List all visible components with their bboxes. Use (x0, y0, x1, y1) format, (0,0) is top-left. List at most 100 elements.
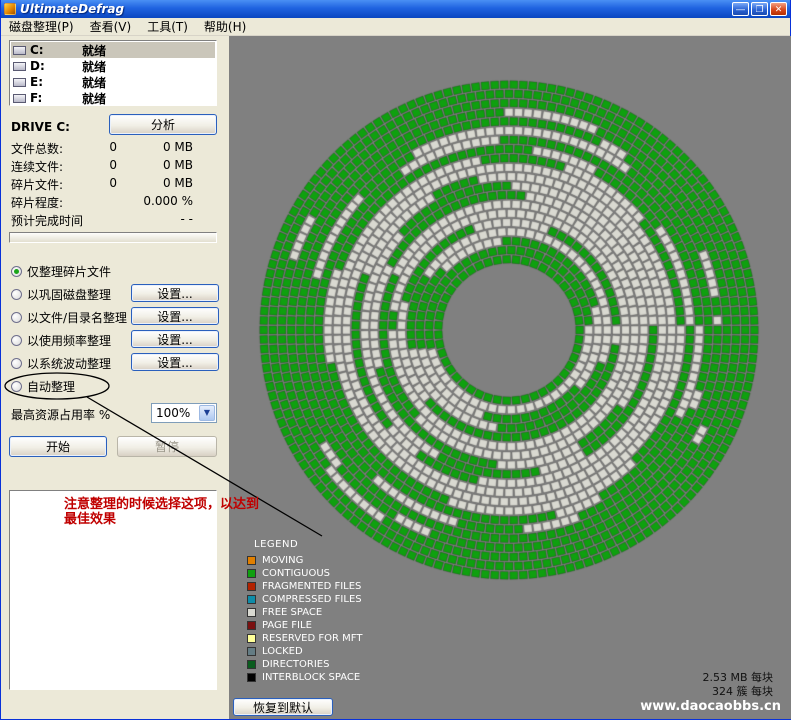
drive-icon (13, 46, 26, 55)
control-panel: C: 就绪 D: 就绪 E: 就绪 F: 就绪 DRIVE C: 分析 文件总数… (9, 40, 219, 712)
legend-label: MOVING (262, 555, 303, 566)
stat-size: - - (119, 212, 193, 226)
block-size-text: 2.53 MB 每块 (702, 671, 773, 685)
radio-by-volatility[interactable]: 以系统波动整理 设置... (11, 354, 217, 372)
drive-letter: D: (30, 59, 82, 73)
radio-icon (11, 312, 22, 323)
radio-auto-defrag[interactable]: 自动整理 (11, 377, 217, 395)
stat-size: 0 MB (119, 140, 193, 154)
drive-row-d[interactable]: D: 就绪 (11, 58, 215, 74)
radio-icon (11, 335, 22, 346)
stat-size: 0 MB (119, 176, 193, 190)
drive-status: 就绪 (82, 58, 106, 75)
drive-letter: E: (30, 75, 82, 89)
stat-fragmented-files: 碎片文件: 0 0 MB (11, 176, 215, 192)
legend-label: LOCKED (262, 646, 303, 657)
log-panel (9, 490, 217, 690)
legend-label: CONTIGUOUS (262, 568, 330, 579)
radio-by-usage-frequency[interactable]: 以使用频率整理 设置... (11, 331, 217, 349)
radio-consolidate[interactable]: 以巩固磁盘整理 设置... (11, 285, 217, 303)
mft-swatch-icon (247, 634, 256, 643)
directories-swatch-icon (247, 660, 256, 669)
menu-tools[interactable]: 工具(T) (139, 17, 196, 36)
stat-label: 碎片文件: (11, 176, 63, 193)
drive-row-c[interactable]: C: 就绪 (11, 42, 215, 58)
stat-count: 0 (73, 158, 117, 172)
legend: LEGEND MOVING CONTIGUOUS FRAGMENTED FILE… (247, 539, 362, 684)
watermark: www.daocaobbs.cn (640, 699, 781, 714)
settings-button-volatility[interactable]: 设置... (131, 353, 219, 371)
stat-size: 0 MB (119, 158, 193, 172)
drive-status: 就绪 (82, 90, 106, 107)
contiguous-swatch-icon (247, 569, 256, 578)
stat-label: 预计完成时间 (11, 212, 83, 229)
stat-fragmentation-level: 碎片程度: 0.000 % (11, 194, 215, 210)
window-title: UltimateDefrag (20, 2, 732, 16)
settings-button-frequency[interactable]: 设置... (131, 330, 219, 348)
interblock-swatch-icon (247, 673, 256, 682)
start-button[interactable]: 开始 (9, 436, 107, 457)
radio-label: 以巩固磁盘整理 (27, 286, 111, 303)
legend-item-mft: RESERVED FOR MFT (247, 632, 362, 645)
menu-disk-defrag[interactable]: 磁盘整理(P) (1, 17, 82, 36)
minimize-button[interactable]: — (732, 2, 749, 16)
analyze-button[interactable]: 分析 (109, 114, 217, 135)
legend-label: PAGE FILE (262, 620, 312, 631)
moving-swatch-icon (247, 556, 256, 565)
legend-label: DIRECTORIES (262, 659, 329, 670)
settings-button-filename[interactable]: 设置... (131, 307, 219, 325)
drive-icon (13, 94, 26, 103)
radio-icon (11, 289, 22, 300)
legend-title: LEGEND (254, 539, 362, 550)
menu-help[interactable]: 帮助(H) (196, 17, 254, 36)
legend-item-interblock: INTERBLOCK SPACE (247, 671, 362, 684)
radio-label: 以系统波动整理 (27, 355, 111, 372)
radio-label: 自动整理 (27, 378, 75, 395)
radio-label: 以文件/目录名整理 (27, 309, 127, 326)
block-info: 2.53 MB 每块 324 簇 每块 (702, 671, 773, 699)
drive-row-e[interactable]: E: 就绪 (11, 74, 215, 90)
resource-usage-label: 最高资源占用率 % (11, 408, 110, 422)
radio-icon (11, 358, 22, 369)
window-controls: — ❐ ✕ (732, 2, 787, 16)
radio-icon (11, 266, 22, 277)
radio-label: 仅整理碎片文件 (27, 263, 111, 280)
legend-item-locked: LOCKED (247, 645, 362, 658)
chevron-down-icon[interactable]: ▼ (199, 405, 215, 421)
drive-letter: F: (30, 91, 82, 105)
menu-view[interactable]: 查看(V) (82, 17, 140, 36)
radio-defrag-fragmented-only[interactable]: 仅整理碎片文件 (11, 262, 217, 280)
drive-letter: C: (30, 43, 82, 57)
progress-bar (9, 232, 217, 243)
stat-size: 0.000 % (119, 194, 193, 208)
menu-bar: 磁盘整理(P) 查看(V) 工具(T) 帮助(H) (1, 18, 790, 36)
close-button[interactable]: ✕ (770, 2, 787, 16)
free-space-swatch-icon (247, 608, 256, 617)
radio-by-filename[interactable]: 以文件/目录名整理 设置... (11, 308, 217, 326)
resource-usage-combobox[interactable]: 100% ▼ (151, 403, 217, 423)
stat-label: 连续文件: (11, 158, 63, 175)
legend-item-page-file: PAGE FILE (247, 619, 362, 632)
radio-icon (11, 381, 22, 392)
app-window: UltimateDefrag — ❐ ✕ 磁盘整理(P) 查看(V) 工具(T)… (0, 0, 791, 720)
stat-total-files: 文件总数: 0 0 MB (11, 140, 215, 156)
restore-defaults-button[interactable]: 恢复到默认 (233, 698, 333, 716)
legend-label: RESERVED FOR MFT (262, 633, 362, 644)
legend-item-contiguous: CONTIGUOUS (247, 567, 362, 580)
page-file-swatch-icon (247, 621, 256, 630)
drive-row-f[interactable]: F: 就绪 (11, 90, 215, 106)
radio-label: 以使用频率整理 (27, 332, 111, 349)
pause-button: 暂停 (117, 436, 217, 457)
drive-status: 就绪 (82, 42, 106, 59)
legend-label: INTERBLOCK SPACE (262, 672, 360, 683)
stat-count: 0 (73, 140, 117, 154)
stat-contiguous-files: 连续文件: 0 0 MB (11, 158, 215, 174)
title-bar[interactable]: UltimateDefrag — ❐ ✕ (1, 0, 790, 18)
settings-button-consolidate[interactable]: 设置... (131, 284, 219, 302)
legend-item-free-space: FREE SPACE (247, 606, 362, 619)
maximize-button[interactable]: ❐ (751, 2, 768, 16)
legend-item-directories: DIRECTORIES (247, 658, 362, 671)
stat-label: 文件总数: (11, 140, 63, 157)
block-clusters-text: 324 簇 每块 (702, 685, 773, 699)
legend-label: FREE SPACE (262, 607, 322, 618)
